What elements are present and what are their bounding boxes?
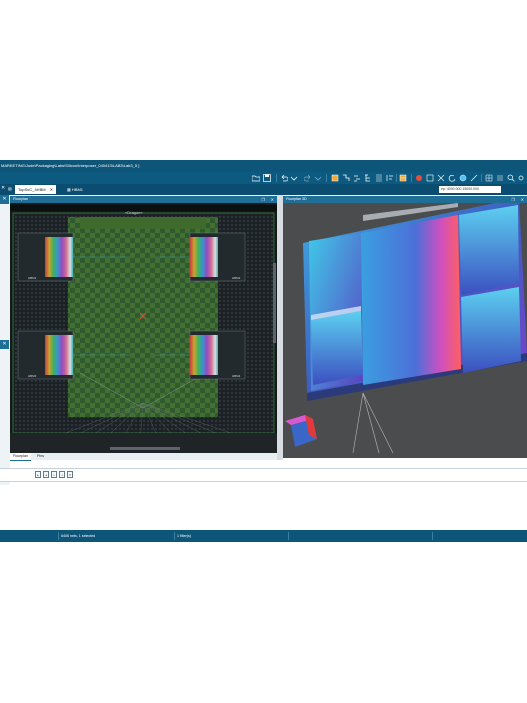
grid-icon[interactable] (485, 174, 493, 182)
undo-icon[interactable] (280, 174, 288, 182)
close-icon[interactable]: ✕ (1, 185, 5, 191)
cut-icon[interactable] (437, 174, 445, 182)
svg-text:HBM2: HBM2 (232, 276, 241, 280)
hbm-die-2[interactable]: HBM2 (189, 232, 246, 282)
tab-close-icon[interactable]: ✕ (50, 187, 53, 192)
maximize-icon[interactable]: ❐ (261, 196, 265, 203)
route-icon[interactable] (342, 174, 350, 182)
console-button-1[interactable]: ▸ (35, 471, 41, 478)
status-separator (432, 532, 433, 540)
close-icon[interactable]: ✕ (0, 340, 9, 349)
palette-icon[interactable] (459, 174, 467, 182)
console-button-3[interactable]: ▹ (51, 471, 57, 478)
close-icon[interactable]: ✕ (271, 196, 274, 203)
tab-floorplan[interactable]: Floorplan (10, 453, 31, 461)
toolbar-separator (276, 174, 277, 182)
floorplan-3d-panel-header: Floorplan 3D ❐ ✕ (283, 196, 527, 203)
close-icon[interactable]: ✕ (0, 195, 9, 204)
redo-icon[interactable] (304, 174, 312, 182)
hierarchy-icon[interactable] (364, 174, 372, 182)
left-dock-strip: ✕ ✕ (0, 195, 10, 485)
refresh-icon[interactable] (448, 174, 456, 182)
status-separator (288, 532, 289, 540)
svg-text:HBM4: HBM4 (232, 374, 241, 378)
toolbar-separator (396, 174, 397, 182)
vertical-scrollbar[interactable] (273, 263, 276, 343)
toolbar-separator (481, 174, 482, 182)
die-top-label: »Dragon« (125, 210, 143, 215)
coordinate-readout: ep: 4000.000 15000.000 (439, 186, 501, 193)
hbm-die-4[interactable]: HBM4 (189, 330, 246, 380)
console-button-4[interactable]: ◃ (59, 471, 65, 478)
floorplan-panel-header: Floorplan ❐ ✕ (10, 196, 277, 203)
chevron-down-icon[interactable] (314, 174, 322, 182)
tab-hbm1[interactable]: ▦ HBM1 (64, 185, 86, 194)
title-bar: MARKETING\Jude\Packaging\Labs\Silicon\In… (0, 160, 527, 172)
tab-pins[interactable]: Pins (34, 453, 47, 460)
floorplan-bottom-tabs: Floorplan Pins (10, 453, 277, 461)
window-title-path: MARKETING\Jude\Packaging\Labs\Silicon\In… (1, 163, 140, 168)
connect-icon[interactable] (353, 174, 361, 182)
align-icon[interactable] (386, 174, 394, 182)
chevron-down-icon[interactable] (290, 174, 298, 182)
settings-icon[interactable] (517, 174, 525, 182)
horizontal-scrollbar[interactable] (110, 447, 180, 450)
floorplan-2d-canvas[interactable]: »Dragon« HBM1 HBM2 HBM3 HBM4 (10, 203, 277, 453)
console-bar: ▸ ◂ ▹ ◃ ✕ (0, 468, 527, 482)
table-icon[interactable] (496, 174, 504, 182)
app-window: MARKETING\Jude\Packaging\Labs\Silicon\In… (0, 160, 527, 542)
status-net-count: 6406 nets, 1 selected (61, 534, 96, 538)
maximize-icon[interactable]: ❐ (511, 196, 515, 203)
save-icon[interactable] (263, 174, 271, 182)
measure-icon[interactable] (470, 174, 478, 182)
open-folder-icon[interactable] (252, 174, 260, 182)
status-separator (174, 532, 175, 540)
console-button-5[interactable]: ✕ (67, 471, 73, 478)
package-icon[interactable] (399, 174, 407, 182)
svg-text:HBM3: HBM3 (28, 374, 37, 378)
close-icon[interactable]: ✕ (521, 196, 524, 203)
document-tabs: ✕ ▤ TopSoC_4HBM ✕ ▦ HBM1 ▾ ep: 4000.000 … (0, 184, 527, 195)
main-toolbar (0, 172, 527, 184)
zoom-area-icon[interactable] (426, 174, 434, 182)
hbm-die-1[interactable]: HBM1 (17, 232, 74, 282)
layers-icon[interactable] (331, 174, 339, 182)
svg-text:HBM1: HBM1 (28, 276, 37, 280)
status-filter-count: 1 filter(s) (177, 534, 191, 538)
console-button-2[interactable]: ◂ (43, 471, 49, 478)
floorplan-2d-drawing[interactable]: »Dragon« HBM1 HBM2 HBM3 HBM4 (10, 203, 277, 453)
folder-icon: ▤ (8, 186, 12, 191)
netlist-icon[interactable] (375, 174, 383, 182)
status-separator (58, 532, 59, 540)
record-icon[interactable] (415, 174, 423, 182)
toolbar-separator (326, 174, 327, 182)
tab-topsoc[interactable]: TopSoC_4HBM ✕ (15, 185, 57, 194)
search-icon[interactable] (507, 174, 515, 182)
status-bar: 6406 nets, 1 selected 1 filter(s) (0, 530, 527, 542)
toolbar-separator (411, 174, 412, 182)
tab-chip-icon: ▦ (67, 187, 71, 192)
hbm-die-3[interactable]: HBM3 (17, 330, 74, 380)
floorplan-3d-canvas[interactable] (283, 203, 527, 458)
floorplan-3d-drawing[interactable] (283, 203, 527, 458)
